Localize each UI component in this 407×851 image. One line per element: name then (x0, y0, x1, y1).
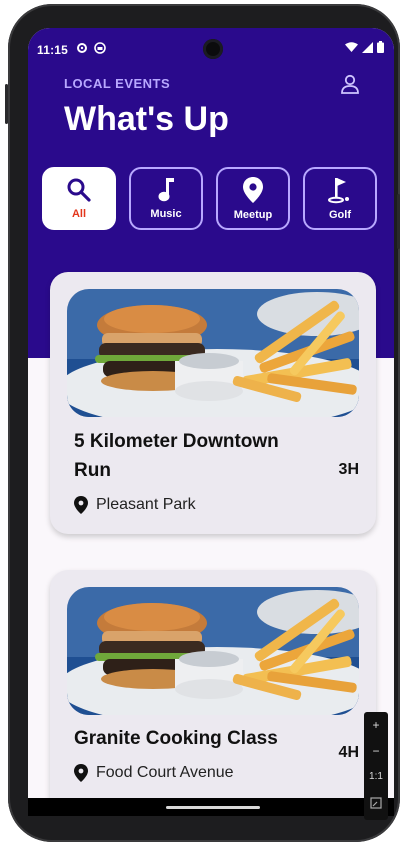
category-chip-music[interactable]: Music (129, 167, 203, 230)
zoom-ratio-button[interactable]: 1:1 (364, 764, 388, 790)
wifi-icon (345, 41, 358, 52)
category-chip-all[interactable]: All (42, 167, 116, 230)
event-card[interactable]: 5 Kilometer Downtown Run 3H Pleasant Par… (50, 272, 376, 534)
section-eyebrow: LOCAL EVENTS (64, 76, 171, 91)
category-label: Meetup (233, 209, 273, 221)
category-chip-meetup[interactable]: Meetup (216, 167, 290, 230)
category-label: All (71, 208, 87, 220)
burger-and-fries-photo (67, 587, 359, 715)
phone-frame: 11:15 LOCAL EVENTS What's Up All Music M… (5, 4, 400, 842)
fit-screen-icon (370, 797, 382, 809)
battery-icon (377, 41, 384, 53)
search-icon (67, 178, 91, 202)
category-tabs: All Music Meetup Golf (42, 167, 377, 230)
zoom-in-button[interactable]: + (364, 712, 388, 738)
burger-and-fries-photo (67, 289, 359, 417)
settings-status-icon (77, 43, 87, 53)
event-location-label: Pleasant Park (96, 496, 196, 513)
location-pin-icon (74, 764, 88, 782)
category-label: Music (150, 208, 182, 220)
emulator-zoom-controls: + − 1:1 (364, 712, 388, 820)
category-chip-golf[interactable]: Golf (303, 167, 377, 230)
golf-flag-icon (328, 178, 349, 204)
cell-signal-icon (362, 41, 373, 53)
music-note-icon (158, 178, 174, 202)
power-button (397, 194, 400, 249)
location-pin-icon (74, 496, 88, 514)
fit-screen-button[interactable] (364, 790, 388, 816)
event-time: 3H (338, 461, 359, 478)
home-gesture-handle[interactable] (166, 806, 260, 809)
profile-icon[interactable] (339, 73, 361, 95)
zoom-out-button[interactable]: − (364, 738, 388, 764)
status-bar: 11:15 (28, 28, 394, 68)
category-label: Golf (329, 209, 351, 221)
page-title: What's Up (64, 100, 229, 138)
status-time: 11:15 (37, 43, 69, 57)
event-title: Granite Cooking Class (74, 728, 278, 749)
app-status-icon (94, 42, 106, 54)
event-time: 4H (338, 744, 359, 761)
event-location-label: Food Court Avenue (96, 764, 234, 781)
event-location: Pleasant Park (74, 496, 196, 514)
event-location: Food Court Avenue (74, 764, 234, 782)
event-card[interactable]: Granite Cooking Class 4H Food Court Aven… (50, 570, 376, 816)
event-title: 5 Kilometer Downtown Run (74, 431, 279, 481)
location-pin-icon (243, 177, 263, 203)
event-image (67, 587, 359, 715)
front-camera (203, 39, 223, 59)
volume-button (5, 84, 8, 124)
app-screen: 11:15 LOCAL EVENTS What's Up All Music M… (28, 28, 394, 816)
event-image (67, 289, 359, 417)
